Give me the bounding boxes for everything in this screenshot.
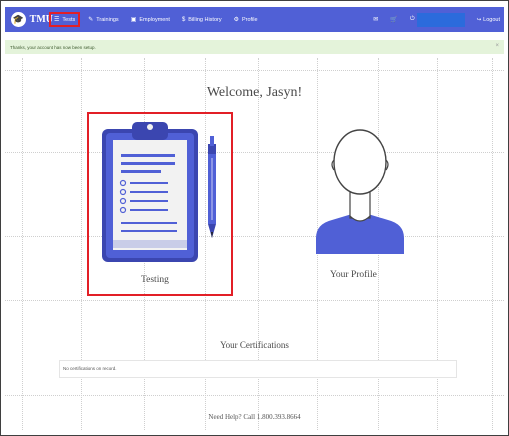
list-icon: ☰ xyxy=(54,17,60,23)
brand[interactable]: 🎓 TMU xyxy=(5,12,53,27)
testing-card[interactable]: Testing xyxy=(87,112,233,296)
logout-label: Logout xyxy=(483,16,500,23)
welcome-heading: Welcome, Jasyn! xyxy=(206,85,303,100)
certifications-heading: Your Certifications xyxy=(220,340,289,350)
tools-icon: ✎ xyxy=(88,17,94,23)
nav-tests-label: Tests xyxy=(62,16,76,23)
graduation-cap-icon: 🎓 xyxy=(11,12,26,27)
grid-guide xyxy=(5,300,504,301)
nav-billing-history[interactable]: $ Billing History xyxy=(182,17,222,23)
help-text: Need Help? Call 1.800.393.8664 xyxy=(208,413,301,421)
nav-billing-history-label: Billing History xyxy=(188,16,222,23)
grid-guide xyxy=(22,58,23,430)
nav-profile-label: Profile xyxy=(242,16,258,23)
user-silhouette-icon xyxy=(316,129,404,254)
grid-guide xyxy=(5,152,504,153)
logout-link[interactable]: ↪ Logout xyxy=(477,17,500,23)
dollar-icon: $ xyxy=(181,16,186,23)
envelope-icon[interactable]: ✉ xyxy=(373,16,378,23)
profile-card[interactable]: Your Profile xyxy=(314,128,406,280)
logout-icon: ↪ xyxy=(476,16,482,23)
grid-guide xyxy=(492,58,493,430)
your-profile-label: Your Profile xyxy=(330,270,377,280)
nav-employment[interactable]: ▣ Employment xyxy=(130,16,170,24)
alert-message: Thanks, your account has now been setup. xyxy=(10,44,96,50)
close-icon[interactable]: × xyxy=(495,43,499,49)
clipboard-icon xyxy=(102,122,216,262)
grid-guide xyxy=(5,236,504,237)
user-menu[interactable] xyxy=(416,12,465,27)
cart-icon[interactable]: 🛒 xyxy=(390,16,397,23)
nav-trainings[interactable]: ✎ Trainings xyxy=(88,16,119,24)
gear-icon: ⚙ xyxy=(233,17,239,23)
brand-name: TMU xyxy=(29,14,53,25)
nav-employment-label: Employment xyxy=(139,16,170,23)
nav-tests[interactable]: ☰ Tests xyxy=(48,12,81,27)
certifications-empty-text: No certifications on record. xyxy=(63,366,117,371)
nav-trainings-label: Trainings xyxy=(96,16,119,23)
testing-label: Testing xyxy=(141,275,169,285)
briefcase-icon: ▣ xyxy=(130,17,137,23)
navbar-right: ✉ 🛒 ⏻ ↪ Logout xyxy=(373,7,504,32)
power-icon[interactable]: ⏻ xyxy=(410,16,415,23)
grid-guide xyxy=(5,395,504,396)
grid-guide xyxy=(5,70,504,71)
top-navbar: 🎓 TMU ☰ Tests ✎ Trainings ▣ Employment $… xyxy=(5,7,504,32)
success-alert: Thanks, your account has now been setup.… xyxy=(5,40,504,54)
certifications-list: No certifications on record. xyxy=(59,360,457,378)
nav-profile[interactable]: ⚙ Profile xyxy=(233,16,258,24)
